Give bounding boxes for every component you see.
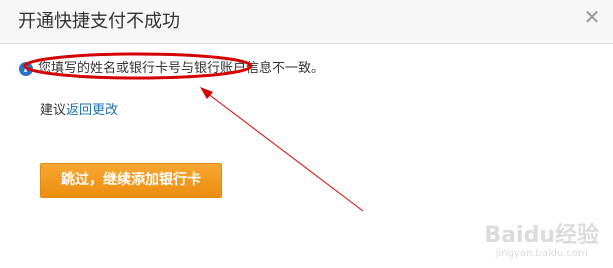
annotation-arrow-line xyxy=(202,89,364,212)
watermark-logo: Baidu经验 xyxy=(484,223,599,248)
watermark-url: jingyan.baidu.com xyxy=(495,248,588,259)
annotation-ellipse xyxy=(23,52,253,80)
annotation-arrow-head xyxy=(200,87,213,99)
watermark: Baidu经验 jingyan.baidu.com xyxy=(484,224,599,260)
dialog: 开通快捷支付不成功 ✕ i 您填写的姓名或银行卡号与银行账户信息不一致。 建议返… xyxy=(0,0,613,268)
